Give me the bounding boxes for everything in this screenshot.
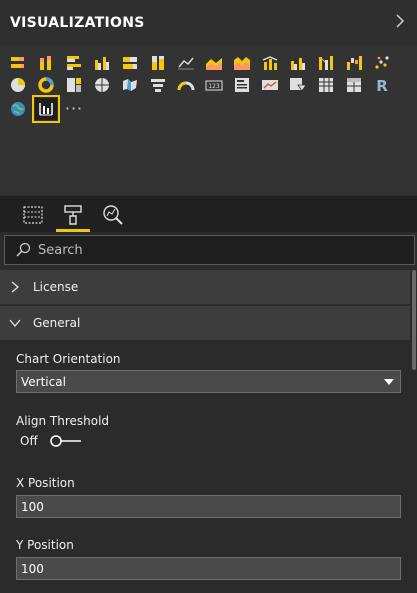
chevron-right-icon xyxy=(11,281,20,293)
ribbon-chart-icon[interactable] xyxy=(315,52,337,74)
scrollbar[interactable] xyxy=(412,270,416,370)
area-chart-icon[interactable] xyxy=(203,52,225,74)
slicer-icon[interactable] xyxy=(287,74,309,96)
align-threshold-label: Align Threshold xyxy=(16,414,110,428)
svg-text:123: 123 xyxy=(208,83,220,90)
tab-fields[interactable] xyxy=(14,198,52,232)
treemap-icon[interactable] xyxy=(63,74,85,96)
card-icon[interactable]: 123 xyxy=(203,74,225,96)
align-threshold-toggle[interactable]: Off xyxy=(20,434,82,448)
gauge-icon[interactable] xyxy=(175,74,197,96)
svg-text:R: R xyxy=(376,77,388,94)
kpi-icon[interactable] xyxy=(259,74,281,96)
search-input[interactable]: Search xyxy=(4,235,415,265)
chevron-right-icon xyxy=(396,14,405,28)
stacked-column-chart-icon[interactable] xyxy=(35,52,57,74)
align-threshold-state: Off xyxy=(20,434,38,448)
visual-gallery: 123 R ··· xyxy=(0,45,417,195)
line-chart-icon[interactable] xyxy=(175,52,197,74)
pane-header: VISUALIZATIONS xyxy=(0,0,417,45)
clustered-column-chart-icon[interactable] xyxy=(91,52,113,74)
pane-tabs xyxy=(0,196,417,232)
chart-orientation-label: Chart Orientation xyxy=(16,352,121,366)
chevron-down-icon xyxy=(9,319,21,328)
fields-icon xyxy=(23,206,43,224)
dropdown-arrow-icon xyxy=(384,378,394,385)
section-license-label: License xyxy=(33,280,79,294)
gallery-row: ··· xyxy=(7,95,91,123)
y-position-value: 100 xyxy=(21,561,44,576)
y-position-input[interactable]: 100 xyxy=(16,557,401,580)
section-license[interactable]: License xyxy=(0,270,410,304)
r-script-icon[interactable]: R xyxy=(371,74,393,96)
gallery-row xyxy=(7,52,399,74)
globe-map-icon[interactable] xyxy=(7,98,29,120)
y-position-label: Y Position xyxy=(16,538,74,552)
format-card-list: License General Chart Orientation Vertic… xyxy=(0,270,417,593)
line-and-column-chart-icon[interactable] xyxy=(259,52,281,74)
chart-orientation-select[interactable]: Vertical xyxy=(16,370,401,393)
paint-roller-icon xyxy=(64,205,82,225)
matrix-icon[interactable] xyxy=(343,74,365,96)
tab-format[interactable] xyxy=(54,198,92,232)
table-icon[interactable] xyxy=(315,74,337,96)
multi-row-card-icon[interactable] xyxy=(231,74,253,96)
clustered-bar-chart-icon[interactable] xyxy=(63,52,85,74)
visualizations-pane: VISUALIZATIONS 123 R ··· Search License … xyxy=(0,0,417,593)
section-general-label: General xyxy=(33,316,81,330)
chart-orientation-value: Vertical xyxy=(21,374,66,389)
funnel-icon[interactable] xyxy=(147,74,169,96)
x-position-label: X Position xyxy=(16,476,75,490)
x-position-value: 100 xyxy=(21,499,44,514)
custom-visual-icon[interactable] xyxy=(32,95,60,123)
100-percent-bar-chart-icon[interactable] xyxy=(119,52,141,74)
pie-chart-icon[interactable] xyxy=(7,74,29,96)
section-general[interactable]: General xyxy=(0,306,410,340)
donut-chart-icon[interactable] xyxy=(35,74,57,96)
scatter-chart-icon[interactable] xyxy=(371,52,393,74)
tab-analytics[interactable] xyxy=(94,198,132,232)
map-icon[interactable] xyxy=(91,74,113,96)
filled-map-icon[interactable] xyxy=(119,74,141,96)
100-percent-column-chart-icon[interactable] xyxy=(147,52,169,74)
more-icon[interactable]: ··· xyxy=(63,98,85,120)
pane-title: VISUALIZATIONS xyxy=(10,14,145,31)
search-placeholder: Search xyxy=(38,242,83,258)
analytics-magnifier-icon xyxy=(103,205,123,225)
stacked-bar-chart-icon[interactable] xyxy=(7,52,29,74)
line-and-clustered-column-chart-icon[interactable] xyxy=(287,52,309,74)
stacked-area-chart-icon[interactable] xyxy=(231,52,253,74)
search-icon xyxy=(16,242,31,257)
gallery-row: 123 R xyxy=(7,74,399,96)
waterfall-chart-icon[interactable] xyxy=(343,52,365,74)
toggle-switch-icon xyxy=(49,435,81,447)
x-position-input[interactable]: 100 xyxy=(16,495,401,518)
collapse-pane-button[interactable] xyxy=(395,13,405,32)
